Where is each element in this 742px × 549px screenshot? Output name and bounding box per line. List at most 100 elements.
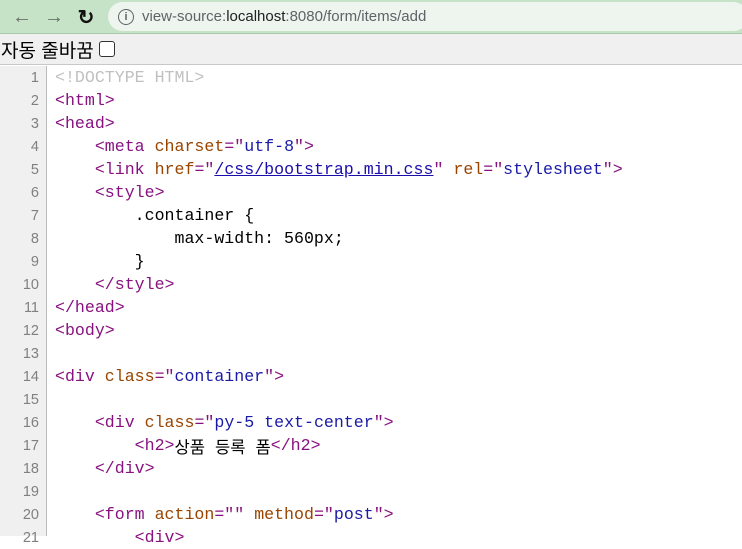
code-token: =" — [313, 505, 334, 524]
line-number: 11 — [23, 299, 39, 316]
code-line: 19 — [0, 480, 742, 503]
code-token: </div> — [94, 459, 155, 478]
code-token: </style> — [94, 275, 175, 294]
url-host: localhost — [226, 8, 286, 25]
code-token: utf-8 — [244, 137, 295, 156]
code-token: rel — [453, 160, 484, 179]
line-number: 1 — [30, 69, 39, 86]
url-rest: :8080/form/items/add — [285, 8, 427, 25]
code-token: <body> — [55, 321, 115, 340]
code-token: <link — [94, 160, 155, 179]
code-line: 5 <link href ="/css/bootstrap.min.css " re… — [0, 158, 742, 181]
code-line: 14 <div class =" container "> — [0, 365, 742, 388]
code-token: <h2> — [134, 436, 175, 455]
line-number: 3 — [30, 115, 39, 132]
code-token: "> — [373, 505, 394, 524]
line-number: 14 — [22, 368, 39, 385]
code-token: class — [104, 367, 155, 386]
code-token: </head> — [55, 298, 125, 317]
code-token: <div — [94, 413, 145, 432]
code-token: =" — [194, 160, 215, 179]
code-token: max-width: 560px; — [55, 229, 344, 248]
code-token: =" — [194, 413, 215, 432]
code-line: 11 </head> — [0, 296, 742, 319]
code-line: 20 <form action ="" method =" post "> — [0, 503, 742, 526]
line-number: 16 — [22, 414, 39, 431]
code-token: charset — [154, 137, 225, 156]
reload-icon[interactable]: ↻ — [74, 5, 98, 29]
code-line: 9 } — [0, 250, 742, 273]
code-token: container — [174, 367, 265, 386]
code-line: 10 </style> — [0, 273, 742, 296]
code-line: 3 <head> — [0, 112, 742, 135]
source-link[interactable]: /css/bootstrap.min.css — [214, 160, 433, 179]
code-token: } — [55, 252, 145, 271]
back-icon[interactable]: ← — [10, 5, 34, 29]
line-number: 7 — [30, 207, 39, 224]
url-prefix: view-source: — [142, 8, 227, 25]
line-wrap-checkbox[interactable] — [98, 41, 115, 57]
code-token: class — [144, 413, 195, 432]
code-token: <!DOCTYPE HTML> — [55, 68, 205, 87]
code-token: py-5 text-center — [214, 413, 374, 432]
code-token: method — [254, 505, 314, 524]
code-token: "> — [602, 160, 623, 179]
line-wrap-label: 자동 줄바꿈 — [1, 40, 94, 62]
line-number: 17 — [22, 437, 39, 454]
code-token: </h2> — [270, 436, 321, 455]
code-token: " — [433, 160, 454, 179]
code-token: post — [333, 505, 374, 524]
code-line: 2 <html> — [0, 89, 742, 112]
info-icon[interactable]: i — [118, 8, 134, 25]
code-line: 6 <style> — [0, 181, 742, 204]
line-number: 5 — [30, 161, 39, 178]
code-token: <div — [55, 367, 105, 386]
code-token: <style> — [94, 183, 165, 202]
code-line: 7 .container { — [0, 204, 742, 227]
code-token: href — [154, 160, 195, 179]
line-number: 21 — [22, 529, 39, 546]
code-line: 4 <meta charset =" utf-8 "> — [0, 135, 742, 158]
line-number: 10 — [22, 276, 39, 293]
code-token: <head> — [55, 114, 115, 133]
code-token: 상품 등록 폼 — [174, 438, 271, 458]
code-line: 15 — [0, 388, 742, 411]
code-token: "> — [373, 413, 394, 432]
code-token: ="" — [214, 505, 255, 524]
code-token: =" — [483, 160, 504, 179]
line-number: 19 — [22, 483, 39, 500]
code-line: 17 <h2> 상품 등록 폼 </h2> — [0, 434, 742, 458]
code-token: <html> — [55, 91, 115, 110]
line-number: 12 — [22, 322, 39, 339]
code-line: 16 <div class =" py-5 text-center "> — [0, 411, 742, 434]
code-line: 1 <!DOCTYPE HTML> — [0, 66, 742, 89]
browser-toolbar: ← → ↻ i view-source: localhost:8080/form/… — [0, 0, 742, 34]
code-token: <meta — [94, 137, 155, 156]
address-bar[interactable]: i view-source: localhost:8080/form/items/… — [108, 2, 742, 31]
code-line: 12 <body> — [0, 319, 742, 342]
code-token: =" — [224, 137, 245, 156]
line-number: 2 — [30, 92, 39, 109]
source-code: 1 <!DOCTYPE HTML> 2 <html> 3 <head> 4 <meta ch… — [0, 66, 742, 549]
code-token: stylesheet — [503, 160, 603, 179]
line-number: 18 — [22, 460, 39, 477]
code-token: "> — [294, 137, 314, 156]
line-number: 15 — [22, 391, 39, 408]
code-line: 8 max-width: 560px; — [0, 227, 742, 250]
line-number: 8 — [30, 230, 39, 247]
forward-icon[interactable]: → — [42, 5, 66, 29]
code-line: 18 </div> — [0, 457, 742, 480]
code-line: 13 — [0, 342, 742, 365]
code-token: =" — [154, 367, 175, 386]
code-token: action — [154, 505, 215, 524]
line-number: 13 — [22, 345, 39, 362]
line-number: 4 — [30, 138, 39, 155]
